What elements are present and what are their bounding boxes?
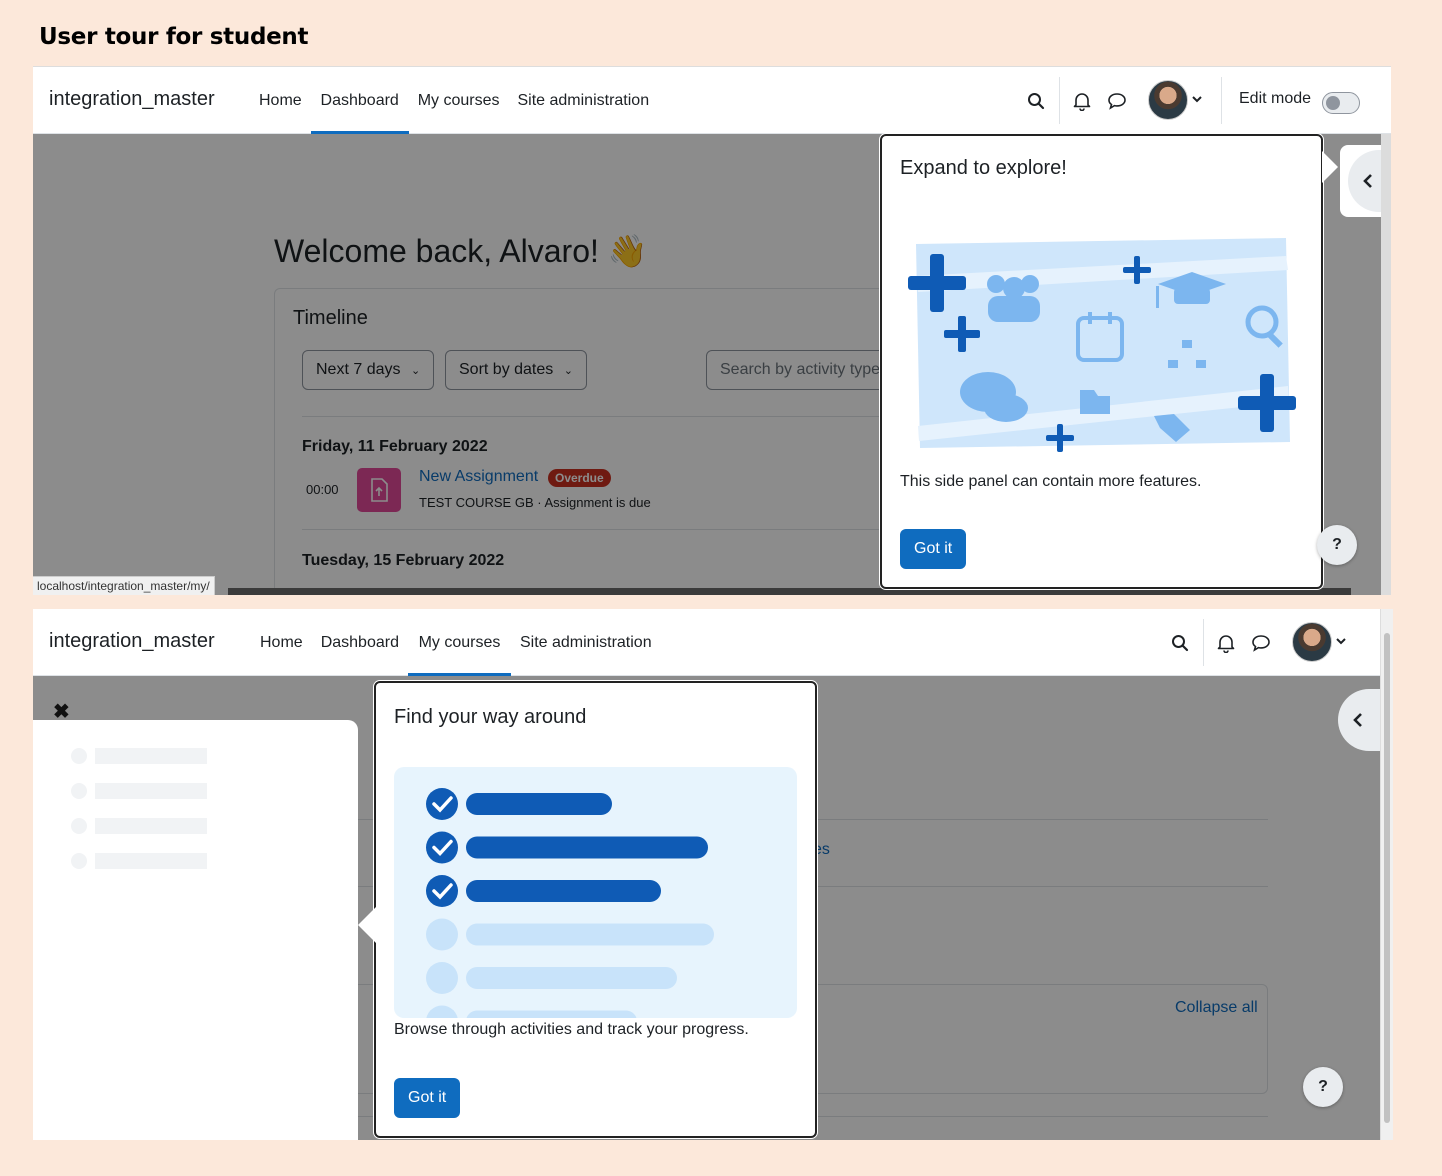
placeholder-bar [95, 853, 207, 869]
page-title: User tour for student [39, 24, 309, 50]
placeholder-bar [95, 818, 207, 834]
nav-dashboard[interactable]: Dashboard [312, 609, 408, 676]
bell-icon[interactable] [1070, 89, 1094, 113]
nav-site-administration[interactable]: Site administration [511, 609, 661, 676]
placeholder-dot [71, 818, 87, 834]
top-navbar: integration_master Home Dashboard My cou… [33, 609, 1393, 676]
popover-arrow [358, 907, 376, 943]
nav-divider [1059, 77, 1060, 124]
edit-mode-label: Edit mode [1239, 90, 1312, 107]
tour-step-popover: Find your way around Browse through acti… [374, 681, 817, 1138]
progress-bar [466, 793, 612, 815]
pending-dot [426, 962, 458, 994]
placeholder-dot [71, 853, 87, 869]
check-icon [426, 875, 458, 907]
progress-bar [466, 923, 714, 946]
search-icon[interactable] [1168, 631, 1192, 655]
scrollbar-thumb[interactable] [1384, 633, 1390, 1123]
chat-icon[interactable] [1249, 631, 1273, 655]
got-it-button[interactable]: Got it [900, 529, 967, 569]
tour-title: Find your way around [394, 706, 587, 728]
course-index-drawer [33, 720, 358, 1140]
chevron-down-icon[interactable] [1191, 93, 1203, 105]
progress-bar [466, 880, 661, 902]
chevron-down-icon[interactable] [1335, 635, 1347, 647]
help-button[interactable]: ? [1303, 1067, 1343, 1107]
nav-home[interactable]: Home [250, 67, 311, 134]
site-brand[interactable]: integration_master [49, 88, 215, 111]
progress-checklist [426, 788, 714, 1018]
vertical-scrollbar[interactable] [1380, 609, 1393, 1140]
chat-icon[interactable] [1105, 89, 1129, 113]
edit-mode-toggle[interactable] [1322, 92, 1360, 114]
pending-dot [426, 918, 458, 951]
horizontal-scrollbar[interactable] [228, 588, 1351, 595]
side-panel-illustration [908, 238, 1296, 452]
status-bar-url: localhost/integration_master/my/ [33, 576, 215, 595]
nav-divider [1203, 619, 1204, 666]
nav-my-courses[interactable]: My courses [407, 609, 511, 676]
primary-nav: Home Dashboard My courses Site administr… [251, 609, 661, 676]
site-brand[interactable]: integration_master [49, 630, 215, 653]
chevron-left-icon [1363, 174, 1372, 188]
chevron-left-icon [1353, 713, 1362, 727]
tour-body: This side panel can contain more feature… [900, 473, 1202, 490]
vertical-scrollbar[interactable] [1381, 134, 1391, 595]
placeholder-bar [95, 748, 207, 764]
progress-bar [466, 836, 708, 859]
popover-arrow [1322, 151, 1338, 183]
tour-title: Expand to explore! [900, 157, 1067, 179]
tour-step-popover: Expand to explore! This side panel can c… [880, 134, 1323, 589]
avatar[interactable] [1292, 622, 1332, 662]
help-button[interactable]: ? [1317, 525, 1357, 565]
got-it-button[interactable]: Got it [394, 1078, 461, 1118]
check-icon [426, 831, 458, 864]
top-navbar: integration_master Home Dashboard My cou… [33, 67, 1391, 134]
placeholder-dot [71, 783, 87, 799]
dashboard-screenshot: integration_master Home Dashboard My cou… [33, 66, 1391, 595]
nav-dashboard[interactable]: Dashboard [310, 67, 409, 134]
tour-body: Browse through activities and track your… [394, 1021, 749, 1038]
avatar[interactable] [1148, 80, 1188, 120]
nav-my-courses[interactable]: My courses [409, 67, 509, 134]
nav-home[interactable]: Home [251, 609, 312, 676]
bell-icon[interactable] [1214, 631, 1238, 655]
nav-site-administration[interactable]: Site administration [508, 67, 658, 134]
my-courses-screenshot: integration_master Home Dashboard My cou… [33, 609, 1393, 1140]
nav-divider [1221, 77, 1222, 124]
primary-nav: Home Dashboard My courses Site administr… [250, 67, 658, 134]
placeholder-dot [71, 748, 87, 764]
progress-bar [466, 1010, 637, 1018]
pending-dot [426, 1005, 458, 1018]
progress-bar [466, 967, 677, 989]
checklist-illustration [394, 767, 797, 1018]
check-icon [426, 788, 458, 820]
placeholder-bar [95, 783, 207, 799]
search-icon[interactable] [1024, 89, 1048, 113]
